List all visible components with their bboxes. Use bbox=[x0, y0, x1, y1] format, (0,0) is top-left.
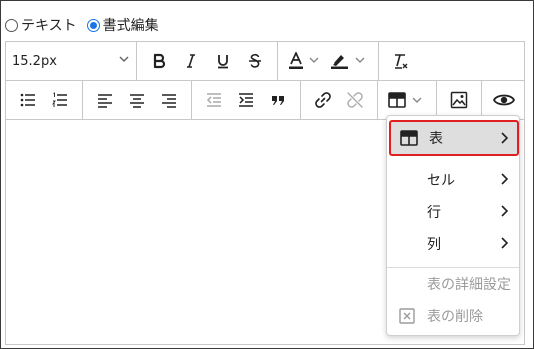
align-right-icon bbox=[161, 92, 177, 108]
text-color-icon bbox=[288, 52, 322, 70]
chevron-right-icon bbox=[499, 131, 509, 149]
outdent-button[interactable] bbox=[200, 86, 228, 114]
link-icon bbox=[314, 91, 332, 109]
indent-button[interactable] bbox=[232, 86, 260, 114]
bulleted-list-button[interactable] bbox=[14, 86, 42, 114]
chevron-right-icon bbox=[499, 172, 509, 190]
outdent-icon bbox=[206, 92, 222, 108]
color-group bbox=[278, 42, 379, 80]
bold-button[interactable] bbox=[145, 47, 173, 75]
blockquote-button[interactable] bbox=[264, 86, 292, 114]
font-size-group: 15.2px bbox=[6, 42, 137, 80]
text-color-button[interactable] bbox=[286, 47, 324, 75]
table-icon bbox=[388, 91, 426, 109]
chevron-right-icon bbox=[499, 204, 509, 222]
table-group bbox=[378, 81, 437, 119]
link-button[interactable] bbox=[309, 86, 337, 114]
menu-item-label: 表の削除 bbox=[427, 309, 483, 325]
image-icon bbox=[450, 91, 468, 109]
italic-icon bbox=[183, 53, 199, 69]
text-style-group bbox=[137, 42, 278, 80]
menu-item-label: 表 bbox=[429, 131, 443, 147]
bulleted-list-icon bbox=[20, 92, 36, 108]
image-button[interactable] bbox=[445, 86, 473, 114]
clear-group bbox=[379, 42, 423, 80]
menu-item-delete-table[interactable]: 表の削除 bbox=[387, 300, 519, 332]
underline-icon bbox=[215, 53, 231, 69]
strikethrough-icon bbox=[247, 53, 263, 69]
numbered-list-button[interactable] bbox=[46, 86, 74, 114]
align-group bbox=[83, 81, 192, 119]
highlight-button[interactable] bbox=[328, 47, 370, 75]
table-icon bbox=[400, 130, 418, 146]
unlink-button[interactable] bbox=[341, 86, 369, 114]
highlight-icon bbox=[330, 52, 368, 70]
bold-icon bbox=[151, 53, 167, 69]
preview-group bbox=[482, 81, 526, 119]
mode-label-rich[interactable]: 書式編集 bbox=[103, 15, 159, 35]
align-center-icon bbox=[129, 92, 145, 108]
radio-text[interactable] bbox=[5, 18, 18, 32]
chevron-right-icon bbox=[499, 236, 509, 254]
align-center-button[interactable] bbox=[123, 86, 151, 114]
unlink-icon bbox=[346, 91, 364, 109]
align-right-button[interactable] bbox=[155, 86, 183, 114]
italic-button[interactable] bbox=[177, 47, 205, 75]
underline-button[interactable] bbox=[209, 47, 237, 75]
preview-icon bbox=[493, 92, 515, 108]
align-left-icon bbox=[97, 92, 113, 108]
link-group bbox=[301, 81, 378, 119]
clear-format-icon bbox=[392, 52, 410, 70]
menu-item-label: 行 bbox=[427, 205, 441, 221]
blockquote-icon bbox=[270, 92, 286, 108]
mode-label-text[interactable]: テキスト bbox=[21, 15, 77, 35]
menu-item-row[interactable]: 行 bbox=[387, 196, 519, 228]
font-size-select[interactable]: 15.2px bbox=[6, 42, 136, 80]
radio-rich[interactable] bbox=[86, 18, 100, 32]
menu-item-label: セル bbox=[427, 173, 455, 189]
menu-item-column[interactable]: 列 bbox=[387, 228, 519, 260]
font-size-value: 15.2px bbox=[12, 53, 57, 69]
indent-group bbox=[192, 81, 301, 119]
align-left-button[interactable] bbox=[91, 86, 119, 114]
image-group bbox=[437, 81, 482, 119]
toolbar-row-1: 15.2px bbox=[6, 42, 524, 81]
numbered-list-icon bbox=[52, 92, 68, 108]
clear-format-button[interactable] bbox=[387, 47, 415, 75]
table-button[interactable] bbox=[386, 86, 428, 114]
table-dropdown-menu: 表 セル 行 列 表の詳細設定 表の削除 bbox=[386, 115, 520, 336]
menu-item-label: 表の詳細設定 bbox=[427, 277, 511, 293]
chevron-down-icon bbox=[118, 53, 130, 69]
window-frame: テキスト 書式編集 15.2px 表 セル 行 列 表の詳細設定 表の削除 bbox=[0, 0, 534, 349]
menu-item-table[interactable]: 表 bbox=[389, 120, 519, 156]
strikethrough-button[interactable] bbox=[241, 47, 269, 75]
delete-icon bbox=[399, 308, 417, 324]
menu-item-table-properties[interactable]: 表の詳細設定 bbox=[387, 268, 519, 300]
menu-item-label: 列 bbox=[427, 237, 441, 253]
indent-icon bbox=[238, 92, 254, 108]
preview-button[interactable] bbox=[490, 86, 518, 114]
list-group bbox=[6, 81, 83, 119]
menu-item-cell[interactable]: セル bbox=[387, 164, 519, 196]
mode-selector: テキスト 書式編集 bbox=[5, 15, 169, 35]
